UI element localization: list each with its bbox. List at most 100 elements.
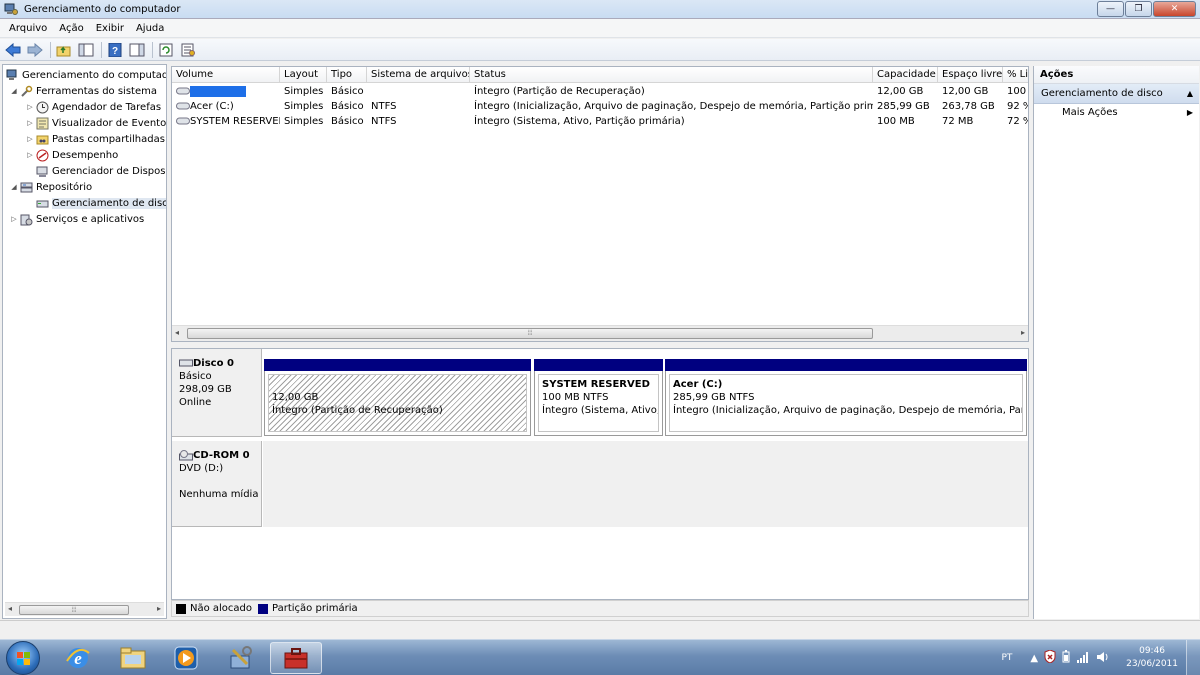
computer-management-icon — [5, 69, 19, 82]
toolbar: ? — [0, 39, 1200, 61]
drive-icon — [176, 102, 190, 109]
forward-button[interactable] — [25, 41, 45, 59]
properties-button[interactable] — [178, 41, 198, 59]
tree-item-event-viewer[interactable]: ▷ Visualizador de Eventos — [25, 115, 166, 131]
tree-item-system-tools[interactable]: ◢ Ferramentas do sistema — [9, 83, 157, 99]
tree-item-root[interactable]: Gerenciamento do computador — [5, 67, 166, 83]
partition-status: Íntegro (Inicialização, Arquivo de pagin… — [673, 405, 1022, 416]
column-header-filesystem[interactable]: Sistema de arquivos — [367, 67, 470, 83]
collapse-icon[interactable]: ◢ — [9, 87, 19, 95]
expand-icon[interactable]: ▷ — [25, 135, 35, 143]
column-header-status[interactable]: Status — [470, 67, 873, 83]
partition-acer-c[interactable]: Acer (C:) 285,99 GB NTFS Íntegro (Inicia… — [665, 359, 1027, 436]
tree-item-device-manager[interactable]: Gerenciador de Dispositivos — [25, 163, 166, 179]
help-button[interactable]: ? — [105, 41, 125, 59]
menu-acao[interactable]: Ação — [53, 23, 89, 34]
tools-icon — [230, 646, 252, 669]
volume-list-horizontal-scrollbar[interactable]: ◂ ⦙⦙⦙ ▸ — [172, 325, 1028, 341]
event-viewer-icon — [35, 117, 49, 130]
tree-item-storage[interactable]: ◢ Repositório — [9, 179, 92, 195]
clock[interactable]: 09:46 23/06/2011 — [1126, 645, 1178, 671]
title-bar: Gerenciamento do computador — ❐ ✕ — [0, 0, 1200, 19]
taskbar-explorer[interactable] — [107, 642, 159, 674]
taskbar-computer-management[interactable] — [270, 642, 322, 674]
scroll-left-icon[interactable]: ◂ — [175, 328, 179, 337]
partition-recovery[interactable]: 12,00 GB Íntegro (Partição de Recuperaçã… — [264, 359, 531, 436]
column-header-volume[interactable]: Volume — [172, 67, 280, 83]
tree-label: Gerenciador de Dispositivos — [52, 165, 166, 177]
disk-size: 298,09 GB — [179, 384, 232, 395]
close-button[interactable]: ✕ — [1153, 1, 1196, 17]
primary-swatch — [258, 603, 269, 614]
collapse-icon[interactable]: ◢ — [9, 183, 19, 191]
volume-icon[interactable] — [1096, 651, 1110, 666]
console-tree-icon — [78, 43, 94, 56]
battery-icon[interactable] — [1062, 650, 1070, 666]
volume-name: Acer (C:) — [190, 101, 234, 112]
scroll-thumb[interactable]: ⦙⦙⦙ — [19, 605, 129, 615]
taskbar-internet-explorer[interactable]: e — [52, 642, 104, 674]
expand-icon[interactable]: ▷ — [9, 215, 19, 223]
tree-label: Gerenciamento de disco — [52, 197, 166, 209]
cdrom-0-label[interactable]: CD-ROM 0 DVD (D:) Nenhuma mídia — [172, 441, 262, 527]
refresh-button[interactable] — [156, 41, 176, 59]
scroll-thumb[interactable]: ⦙⦙⦙ — [187, 328, 873, 339]
collapse-up-icon[interactable]: ▲ — [1187, 84, 1193, 104]
more-actions-item[interactable]: Mais Ações ▶ — [1034, 104, 1199, 122]
show-hide-action-pane-button[interactable] — [127, 41, 147, 59]
network-signal-icon[interactable] — [1076, 651, 1090, 666]
volume-cell: SYSTEM RESERVED — [172, 114, 280, 129]
column-header-layout[interactable]: Layout — [280, 67, 327, 83]
scroll-left-icon[interactable]: ◂ — [8, 604, 12, 613]
up-folder-button[interactable] — [54, 41, 74, 59]
show-hidden-icons-icon[interactable]: ▲ — [1030, 653, 1038, 664]
scroll-right-icon[interactable]: ▸ — [1021, 328, 1025, 337]
show-hide-tree-button[interactable] — [76, 41, 96, 59]
actions-section-disk-management[interactable]: Gerenciamento de disco ▲ — [1034, 84, 1199, 104]
clock-icon — [35, 101, 49, 114]
antivirus-icon[interactable] — [1044, 649, 1056, 666]
forward-arrow-icon — [27, 42, 43, 57]
storage-icon — [19, 181, 33, 194]
minimize-button[interactable]: — — [1097, 1, 1124, 17]
partition-size: 12,00 GB — [272, 392, 319, 403]
scroll-right-icon[interactable]: ▸ — [157, 604, 161, 613]
column-header-capacity[interactable]: Capacidade — [873, 67, 938, 83]
maximize-button[interactable]: ❐ — [1125, 1, 1152, 17]
tree-item-services[interactable]: ▷ Serviços e aplicativos — [9, 211, 144, 227]
menu-ajuda[interactable]: Ajuda — [130, 23, 170, 34]
expand-icon[interactable]: ▷ — [25, 119, 35, 127]
type-cell: Básico — [331, 116, 364, 127]
column-header-tipo[interactable]: Tipo — [327, 67, 367, 83]
back-button[interactable] — [3, 41, 23, 59]
partition-system-reserved[interactable]: SYSTEM RESERVED 100 MB NTFS Íntegro (Sis… — [534, 359, 663, 436]
start-button[interactable] — [6, 641, 40, 675]
tree-horizontal-scrollbar[interactable]: ◂ ⦙⦙⦙ ▸ — [5, 602, 164, 616]
expand-icon[interactable]: ▷ — [25, 103, 35, 111]
table-row[interactable]: Acer (C:) Simples Básico NTFS Íntegro (I… — [172, 99, 1028, 114]
tree-item-task-scheduler[interactable]: ▷ Agendador de Tarefas — [25, 99, 161, 115]
tree-item-performance[interactable]: ▷ Desempenho — [25, 147, 118, 163]
show-desktop-button[interactable] — [1186, 640, 1200, 675]
tree-label: Serviços e aplicativos — [36, 213, 145, 225]
language-indicator[interactable]: PT — [1001, 653, 1012, 663]
menu-exibir[interactable]: Exibir — [90, 23, 130, 34]
legend: Não alocado Partição primária — [171, 600, 1029, 617]
taskbar-media-player[interactable] — [160, 642, 212, 674]
system-tray: PT ▲ 09:46 23/06/2011 — [1001, 640, 1200, 675]
partition-body: 12,00 GB Íntegro (Partição de Recuperaçã… — [268, 374, 527, 432]
disk-management-icon — [35, 197, 49, 210]
column-header-free-space[interactable]: Espaço livre — [938, 67, 1003, 83]
tree-item-disk-management[interactable]: Gerenciamento de disco — [25, 195, 166, 211]
menu-arquivo[interactable]: Arquivo — [3, 23, 53, 34]
table-row[interactable]: Simples Básico Íntegro (Partição de Recu… — [172, 84, 1028, 99]
expand-icon[interactable]: ▷ — [25, 151, 35, 159]
more-actions-label: Mais Ações — [1062, 107, 1118, 118]
disk-0-label[interactable]: Disco 0 Básico 298,09 GB Online — [172, 349, 262, 437]
table-row[interactable]: SYSTEM RESERVED Simples Básico NTFS Ínte… — [172, 114, 1028, 129]
column-header-percent-free[interactable]: % Livre — [1003, 67, 1028, 83]
tree-item-shared-folders[interactable]: ▷ Pastas compartilhadas — [25, 131, 165, 147]
actions-pane: Ações Gerenciamento de disco ▲ Mais Açõe… — [1033, 66, 1199, 619]
internet-explorer-icon: e — [66, 648, 90, 668]
taskbar-tools-app[interactable] — [215, 642, 267, 674]
